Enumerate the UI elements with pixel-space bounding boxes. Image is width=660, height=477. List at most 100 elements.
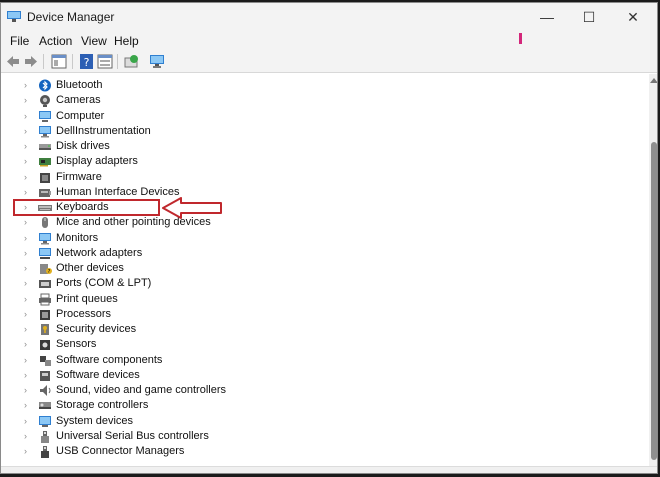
expand-chevron-icon[interactable]: › [24, 292, 27, 307]
device-category-other-devices[interactable]: ›? Other devices [1, 261, 501, 276]
scan-hardware-icon[interactable] [123, 54, 139, 69]
software-device-icon [40, 370, 50, 381]
device-category-bluetooth[interactable]: › Bluetooth [1, 78, 501, 93]
processor-icon [40, 309, 50, 320]
device-manager-app-icon [7, 11, 21, 22]
mouse-icon [42, 217, 48, 229]
expand-chevron-icon[interactable]: › [24, 246, 27, 261]
device-category-software-devices[interactable]: › Software devices [1, 368, 501, 383]
expand-chevron-icon[interactable]: › [24, 93, 27, 108]
computer-icon [39, 110, 51, 122]
help-icon[interactable]: ? [79, 54, 95, 69]
expand-chevron-icon[interactable]: › [24, 353, 27, 368]
device-category-label: Computer [56, 109, 105, 122]
expand-chevron-icon[interactable]: › [24, 307, 27, 322]
speaker-icon [40, 385, 51, 396]
status-bar [1, 466, 657, 473]
menu-bar: File Action View Help [1, 31, 657, 51]
toolbar-separator [72, 54, 73, 69]
device-category-print-queues[interactable]: › Print queues [1, 292, 501, 307]
device-category-universal-serial-bus-controllers[interactable]: › Universal Serial Bus controllers [1, 429, 501, 444]
firmware-icon [40, 172, 50, 183]
cursor-mark [519, 33, 522, 44]
device-category-storage-controllers[interactable]: › Storage controllers [1, 398, 501, 413]
device-category-firmware[interactable]: › Firmware [1, 170, 501, 185]
update-driver-icon[interactable] [97, 54, 113, 69]
toolbar: ? [1, 51, 657, 73]
device-category-label: Universal Serial Bus controllers [56, 429, 209, 442]
back-arrow-icon[interactable] [5, 54, 21, 69]
device-category-computer[interactable]: › Computer [1, 109, 501, 124]
expand-chevron-icon[interactable]: › [24, 261, 27, 276]
scrollbar-thumb[interactable] [651, 142, 657, 460]
expand-chevron-icon[interactable]: › [24, 154, 27, 169]
expand-chevron-icon[interactable]: › [24, 337, 27, 352]
device-category-label: USB Connector Managers [56, 445, 185, 457]
device-category-security-devices[interactable]: › Security devices [1, 322, 501, 337]
device-category-label: Firmware [56, 170, 102, 183]
expand-chevron-icon[interactable]: › [24, 368, 27, 383]
device-category-usb-connector-managers[interactable]: › USB Connector Managers [1, 444, 501, 459]
device-category-label: Other devices [56, 262, 124, 274]
device-category-label: Ports (COM & LPT) [56, 277, 152, 290]
device-category-cameras[interactable]: › Cameras [1, 93, 501, 108]
menu-file[interactable]: File [10, 34, 29, 48]
vertical-scrollbar[interactable] [649, 74, 658, 466]
expand-chevron-icon[interactable]: › [24, 78, 27, 93]
network-adapter-icon [39, 247, 51, 259]
monitor-icon [39, 125, 51, 138]
expand-chevron-icon[interactable]: › [24, 185, 27, 200]
device-category-sound-video-and-game-controllers[interactable]: › Sound, video and game controllers [1, 383, 501, 398]
menu-view[interactable]: View [81, 34, 107, 48]
expand-chevron-icon[interactable]: › [24, 414, 27, 429]
expand-chevron-icon[interactable]: › [24, 231, 27, 246]
device-category-human-interface-devices[interactable]: › Human Interface Devices [1, 185, 501, 200]
camera-icon [40, 95, 50, 108]
device-category-software-components[interactable]: › Software components [1, 353, 501, 368]
device-category-label: Network adapters [56, 246, 143, 259]
scroll-up-arrow-icon[interactable] [650, 77, 658, 83]
menu-help[interactable]: Help [114, 34, 139, 48]
device-category-mice-and-other-pointing-devices[interactable]: › Mice and other pointing devices [1, 215, 501, 230]
device-category-dellinstrumentation[interactable]: › DellInstrumentation [1, 124, 501, 139]
expand-chevron-icon[interactable]: › [24, 444, 27, 459]
security-device-icon [41, 324, 49, 335]
display-monitor-icon[interactable] [149, 54, 165, 69]
highlight-box [13, 199, 160, 216]
device-category-label: DellInstrumentation [56, 124, 151, 137]
forward-arrow-icon[interactable] [23, 54, 39, 69]
expand-chevron-icon[interactable]: › [24, 109, 27, 124]
device-category-sensors[interactable]: › Sensors [1, 337, 501, 352]
device-category-system-devices[interactable]: › System devices [1, 414, 501, 429]
expand-chevron-icon[interactable]: › [24, 139, 27, 154]
menu-action[interactable]: Action [39, 34, 72, 48]
device-category-ports-com-lpt[interactable]: › Ports (COM & LPT) [1, 276, 501, 291]
disk-drive-icon [39, 144, 51, 150]
port-icon [39, 280, 51, 289]
expand-chevron-icon[interactable]: › [24, 398, 27, 413]
expand-chevron-icon[interactable]: › [24, 429, 27, 444]
device-category-label: Software components [56, 353, 163, 366]
expand-chevron-icon[interactable]: › [24, 215, 27, 230]
maximize-button[interactable]: ☐ [569, 3, 609, 31]
expand-chevron-icon[interactable]: › [24, 170, 27, 185]
device-category-label: Cameras [56, 94, 101, 107]
expand-chevron-icon[interactable]: › [24, 322, 27, 337]
device-category-display-adapters[interactable]: › Display adapters [1, 154, 501, 169]
expand-chevron-icon[interactable]: › [24, 276, 27, 291]
device-category-processors[interactable]: › Processors [1, 307, 501, 322]
title-bar: Device Manager — ☐ ✕ [1, 3, 657, 31]
properties-icon[interactable] [51, 54, 67, 69]
device-category-disk-drives[interactable]: › Disk drives [1, 139, 501, 154]
close-button[interactable]: ✕ [613, 3, 653, 31]
expand-chevron-icon[interactable]: › [24, 124, 27, 139]
device-category-label: Processors [56, 307, 112, 320]
sensor-icon [40, 340, 50, 351]
device-category-monitors[interactable]: › Monitors [1, 231, 501, 246]
device-category-label: Security devices [56, 323, 137, 335]
device-category-label: Bluetooth [56, 79, 103, 91]
minimize-button[interactable]: — [527, 3, 567, 31]
device-category-network-adapters[interactable]: › Network adapters [1, 246, 501, 261]
expand-chevron-icon[interactable]: › [24, 383, 27, 398]
usb-icon [41, 430, 49, 443]
